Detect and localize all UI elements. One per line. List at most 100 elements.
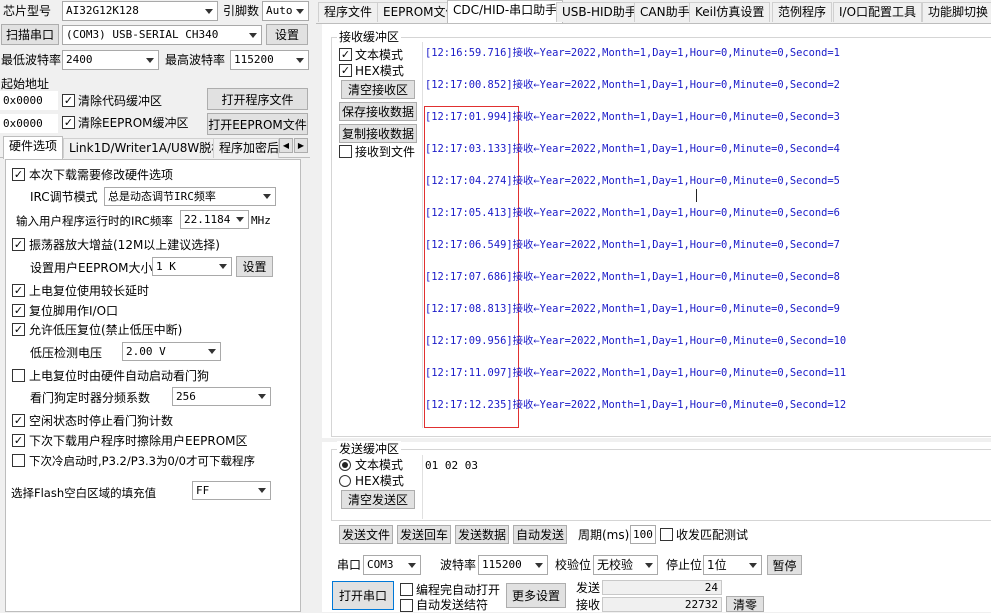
baud-select[interactable]: 115200	[478, 555, 548, 575]
clear-counters-button[interactable]: 清零	[726, 596, 764, 612]
save-rx-button[interactable]: 保存接收数据	[339, 102, 417, 121]
more-settings-button[interactable]: 更多设置	[506, 583, 566, 608]
max-baud-select[interactable]: 115200	[230, 50, 309, 70]
tab-cdc-serial-assistant[interactable]: CDC/HID-串口助手	[447, 0, 564, 23]
auto-open-checkbox[interactable]	[400, 583, 413, 596]
send-data-button[interactable]: 发送数据	[455, 525, 509, 544]
clear-code-label: 清除代码缓冲区	[78, 94, 163, 108]
eeprom-size-set-button[interactable]: 设置	[236, 256, 273, 277]
irc-freq-select[interactable]: 22.1184	[180, 210, 249, 229]
tab-link1d-offline[interactable]: Link1D/Writer1A/U8W脱机	[63, 138, 230, 158]
port-select[interactable]: (COM3) USB-SERIAL CH340	[62, 25, 262, 45]
recv-count-value: 22732	[602, 597, 722, 612]
right-tab-bar: 程序文件 EEPROM文件 CDC/HID-串口助手 USB-HID助手 CAN…	[316, 0, 991, 24]
reset-io-checkbox[interactable]: ✓	[12, 304, 25, 317]
stop-bits-select[interactable]: 1位	[703, 555, 762, 575]
match-test-label: 收发匹配测试	[676, 528, 749, 542]
rx-text-mode-checkbox[interactable]: ✓	[339, 48, 352, 61]
tab-io-config-tool[interactable]: I/O口配置工具	[833, 2, 923, 22]
chevron-down-icon	[641, 556, 657, 574]
lvd-label: 低压检测电压	[30, 346, 103, 360]
modify-hw-options-checkbox[interactable]: ✓	[12, 168, 25, 181]
rx-to-file-checkbox[interactable]	[339, 145, 352, 158]
splitter[interactable]	[322, 438, 991, 442]
port-settings-button[interactable]: 设置	[266, 24, 308, 45]
tx-hex-mode-label: HEX模式	[355, 474, 404, 488]
cold-boot-checkbox[interactable]	[12, 454, 25, 467]
tab-keil-sim-settings[interactable]: Keil仿真设置	[689, 2, 771, 22]
wdt-auto-label: 上电复位时由硬件自动启动看门狗	[29, 369, 210, 383]
irc-freq-value: 22.1184	[184, 213, 231, 226]
chip-select[interactable]: AI32G12K128	[62, 1, 218, 21]
rx-line-text: 接收←Year=2022,Month=1,Day=1,Hour=0,Minute…	[512, 367, 847, 379]
tab-hardware-options[interactable]: 硬件选项	[3, 136, 64, 159]
clear-tx-button[interactable]: 清空发送区	[341, 490, 415, 509]
parity-label: 校验位	[555, 558, 592, 572]
chevron-down-icon	[201, 2, 217, 20]
erase-eeprom-checkbox[interactable]: ✓	[12, 434, 25, 447]
chevron-down-icon	[232, 211, 248, 228]
tx-text-mode-radio[interactable]	[339, 459, 351, 471]
open-eeprom-file-button[interactable]: 打开EEPROM文件	[207, 113, 308, 135]
eeprom-size-select[interactable]: 1 K	[152, 257, 232, 276]
rx-line: [12:16:59.716]接收←Year=2022,Month=1,Day=1…	[425, 46, 840, 60]
copy-rx-button[interactable]: 复制接收数据	[339, 124, 417, 143]
send-enter-button[interactable]: 发送回车	[397, 525, 451, 544]
flash-fill-select[interactable]: FF	[192, 481, 271, 500]
pins-select[interactable]: Auto	[262, 1, 309, 21]
serial-port-select[interactable]: COM3	[363, 555, 421, 575]
send-file-button[interactable]: 发送文件	[339, 525, 393, 544]
chevron-down-icon	[204, 343, 220, 360]
open-serial-port-button[interactable]: 打开串口	[332, 581, 394, 610]
auto-send-end-label: 自动发送结符	[416, 598, 489, 612]
rx-to-file-label: 接收到文件	[355, 145, 416, 159]
por-delay-checkbox[interactable]: ✓	[12, 284, 25, 297]
wdt-div-value: 256	[176, 390, 196, 403]
idle-wdt-checkbox[interactable]: ✓	[12, 414, 25, 427]
open-program-file-button[interactable]: 打开程序文件	[207, 88, 308, 110]
tx-hex-mode-radio[interactable]	[339, 475, 351, 487]
chevron-down-icon	[292, 51, 308, 69]
tab-scroll-left-icon[interactable]: ◀	[279, 138, 293, 153]
match-test-checkbox[interactable]	[660, 528, 673, 541]
chevron-down-icon	[254, 482, 270, 499]
clear-eeprom-checkbox[interactable]: ✓	[62, 116, 75, 129]
osc-gain-checkbox[interactable]: ✓	[12, 238, 25, 251]
wdt-div-select[interactable]: 256	[172, 387, 271, 406]
clear-code-checkbox[interactable]: ✓	[62, 94, 75, 107]
tab-scroll-right-icon[interactable]: ▶	[294, 138, 308, 153]
auto-send-end-checkbox[interactable]	[400, 599, 413, 612]
scan-port-button[interactable]: 扫描串口	[1, 24, 59, 45]
tab-program-file[interactable]: 程序文件	[318, 2, 379, 22]
rx-line-text: 接收←Year=2022,Month=1,Day=1,Hour=0,Minute…	[512, 175, 840, 187]
rx-line-text: 接收←Year=2022,Month=1,Day=1,Hour=0,Minute…	[512, 143, 840, 155]
tab-usb-hid-assistant[interactable]: USB-HID助手	[556, 2, 643, 22]
osc-gain-label: 振荡器放大增益(12M以上建议选择)	[29, 238, 220, 252]
tab-can-assistant[interactable]: CAN助手	[634, 2, 696, 22]
rx-line-time: [12:16:59.716]	[425, 47, 513, 59]
tab-program-encrypt[interactable]: 程序加密后	[213, 138, 279, 158]
clear-rx-button[interactable]: 清空接收区	[341, 80, 415, 99]
eeprom-address-input[interactable]: 0x0000	[0, 114, 58, 133]
parity-value: 无校验	[597, 558, 634, 572]
chevron-down-icon	[404, 556, 420, 574]
rx-line-text: 接收←Year=2022,Month=1,Day=1,Hour=0,Minute…	[512, 303, 840, 315]
auto-send-button[interactable]: 自动发送	[513, 525, 567, 544]
lvd-select[interactable]: 2.00 V	[122, 342, 221, 361]
sent-count-value: 24	[602, 580, 722, 595]
rx-hex-mode-checkbox[interactable]: ✓	[339, 64, 352, 77]
code-address-input[interactable]: 0x0000	[0, 91, 58, 110]
rx-line: [12:17:07.686]接收←Year=2022,Month=1,Day=1…	[425, 270, 840, 284]
parity-select[interactable]: 无校验	[593, 555, 658, 575]
tab-example-programs[interactable]: 范例程序	[772, 2, 833, 22]
min-baud-select[interactable]: 2400	[62, 50, 159, 70]
lvr-checkbox[interactable]: ✓	[12, 323, 25, 336]
tx-textarea[interactable]: 01 02 03	[422, 455, 991, 519]
irc-freq-unit: MHz	[251, 214, 271, 227]
pause-button[interactable]: 暂停	[767, 555, 802, 575]
period-input[interactable]: 100	[630, 525, 656, 544]
tab-pin-switch[interactable]: 功能脚切换	[922, 2, 991, 22]
wdt-auto-checkbox[interactable]	[12, 369, 25, 382]
rx-line: [12:17:11.097]接收←Year=2022,Month=1,Day=1…	[425, 366, 846, 380]
irc-mode-select[interactable]: 总是动态调节IRC频率	[104, 187, 276, 206]
